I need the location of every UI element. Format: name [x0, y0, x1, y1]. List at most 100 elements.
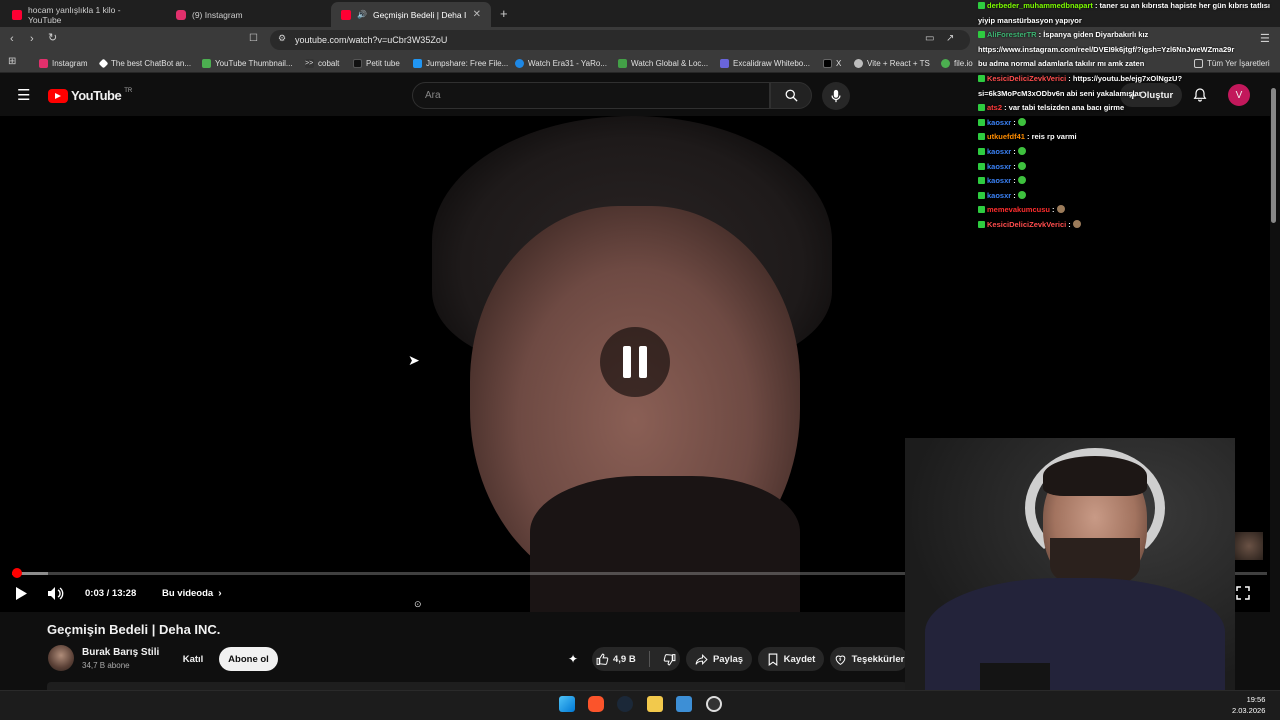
chat-username: derbeder_muhammedbnapart [987, 1, 1093, 10]
pause-indicator-icon[interactable] [600, 327, 670, 397]
apps-grid-icon[interactable]: ⊞ [8, 57, 16, 67]
youtube-favicon-icon [341, 9, 351, 20]
chapter-label: Bu videoda [162, 588, 214, 599]
browser-tab-active[interactable]: 🔊 Geçmişin Bedeli | Deha INC. - ✕ [331, 2, 491, 27]
share-button[interactable]: Paylaş [686, 647, 752, 671]
tab-label: Geçmişin Bedeli | Deha INC. - [372, 9, 467, 20]
time-display: 0:03 / 13:28 [85, 588, 137, 599]
back-icon[interactable]: ‹ [10, 34, 14, 45]
chat-username: utkuefdf41 [987, 132, 1025, 142]
chat-message: yiyip manstürbasyon yapıyor [978, 16, 1082, 25]
bookmark-instagram[interactable]: Instagram [39, 56, 88, 70]
chat-badge-icon [978, 177, 985, 185]
chat-badge-icon [978, 104, 985, 112]
site-info-icon[interactable]: ⚙ [278, 34, 286, 43]
close-tab-icon[interactable]: ✕ [473, 9, 481, 20]
thumbs-down-icon[interactable] [663, 653, 676, 666]
chat-badge-icon [978, 191, 985, 199]
bookmark-cobalt[interactable]: >> cobalt [305, 56, 339, 70]
chat-username: kaosxr [987, 176, 1012, 186]
fullscreen-icon[interactable] [1236, 586, 1250, 600]
desk-object [980, 663, 1050, 692]
steam-icon[interactable] [617, 696, 633, 712]
bookmark-jumpshare[interactable]: Jumpshare: Free File... [413, 56, 508, 70]
thumbnail-tool-icon [202, 58, 211, 68]
like-button[interactable]: 4,9 B [596, 653, 636, 666]
chat-text: https://www.instagram.com/reel/DVEI9k6jt… [978, 44, 1235, 54]
streamer-hoodie [925, 578, 1225, 692]
instagram-favicon-icon [176, 9, 186, 20]
photos-app-icon[interactable] [676, 696, 692, 712]
bookmark-watch-global[interactable]: Watch Global & Loc... [618, 56, 708, 70]
browser-tab-1[interactable]: hocam yanlışlıkla 1 kilo - YouTube [2, 2, 162, 27]
bookmark-label: file.io [954, 58, 973, 68]
reload-icon[interactable]: ↻ [48, 33, 57, 44]
bookmark-vite[interactable]: Vite + React + TS [854, 56, 930, 70]
bookmark-chatbot[interactable]: The best ChatBot an... [98, 56, 191, 70]
cast-icon[interactable]: ▭ [925, 34, 934, 44]
bookmark-petit-tube[interactable]: Petit tube [353, 56, 400, 70]
share-page-icon[interactable]: ↗ [946, 34, 954, 44]
chat-emote-icon [1017, 117, 1026, 126]
save-button[interactable]: Kaydet [758, 647, 824, 671]
chat-username: kaosxr [987, 147, 1012, 156]
chat-emote-icon [1056, 205, 1065, 214]
windows-start-icon[interactable] [559, 696, 575, 712]
chat-message: bu adma normal adamlarla takılır mı amk … [978, 59, 1144, 68]
chat-message: kaosxr : [978, 190, 1026, 200]
brave-browser-icon[interactable] [588, 696, 604, 712]
era31-icon [515, 58, 524, 68]
bookmark-label: YouTube Thumbnail... [215, 58, 293, 68]
bookmark-fileio[interactable]: file.io [941, 56, 973, 70]
petit-tube-icon [353, 58, 362, 68]
chat-username: kaosxr [987, 117, 1012, 127]
chat-message: KesiciDeliciZevkVerici : [978, 220, 1081, 229]
cobalt-icon: >> [305, 58, 314, 68]
address-bar[interactable]: ⚙ youtube.com/watch?v=uCbr3W35ZoU [270, 30, 970, 50]
channel-name[interactable]: Burak Barış Stili [82, 647, 159, 658]
system-clock: 19:56 2.03.2026 [1232, 694, 1265, 716]
hamburger-menu-icon[interactable]: ☰ [17, 88, 30, 103]
channel-avatar[interactable] [48, 645, 74, 671]
thanks-label: Teşekkürler [851, 653, 905, 665]
file-explorer-icon[interactable] [647, 696, 663, 712]
search-button[interactable] [770, 82, 812, 109]
youtube-logo[interactable]: YouTube TR [48, 88, 132, 103]
bookmark-era31[interactable]: Watch Era31 - YaRo... [515, 56, 607, 70]
bookmark-label: cobalt [318, 58, 340, 68]
chat-badge-icon [978, 148, 985, 155]
bookmark-excalidraw[interactable]: Excalidraw Whitebo... [720, 56, 810, 70]
join-button[interactable]: Katıl [172, 647, 214, 671]
bookmark-label: Watch Global & Loc... [631, 58, 709, 68]
chapter-button[interactable]: Bu videoda › [162, 588, 222, 599]
streamer-webcam [905, 438, 1235, 692]
volume-icon[interactable] [47, 586, 65, 601]
page-scrollbar[interactable] [1271, 88, 1276, 223]
chat-message: kaosxr : [978, 117, 1026, 127]
ai-sparkle-icon[interactable]: ✦ [568, 652, 578, 666]
description-box-edge [47, 682, 907, 690]
bookmark-icon[interactable]: ☐ [249, 34, 258, 44]
browser-tab-2[interactable]: (9) Instagram [166, 2, 326, 27]
bookmark-label: Petit tube [366, 58, 400, 68]
thanks-button[interactable]: $ Teşekkürler [830, 647, 908, 671]
svg-text:$: $ [839, 657, 842, 661]
speaker-icon: 🔊 [357, 10, 367, 19]
new-tab-icon[interactable]: + [500, 7, 508, 20]
voice-search-button[interactable] [822, 82, 850, 110]
obs-app-icon[interactable] [706, 696, 722, 712]
progress-scrubber[interactable] [12, 568, 23, 578]
subscribe-button[interactable]: Abone ol [219, 647, 278, 671]
bookmark-x[interactable]: X [823, 56, 841, 70]
bookmark-thumbnail[interactable]: YouTube Thumbnail... [202, 56, 293, 70]
forward-icon[interactable]: › [30, 34, 34, 45]
chat-username: KesiciDeliciZevkVerici [987, 220, 1067, 229]
chat-message: kaosxr : [978, 161, 1026, 171]
windows-taskbar [0, 690, 1280, 720]
x-logo-icon [823, 58, 832, 68]
chat-username: ats2 [987, 103, 1003, 113]
search-input[interactable]: Ara [412, 82, 770, 109]
chat-badge-icon [978, 2, 985, 9]
play-icon[interactable] [14, 586, 28, 601]
search-icon [785, 89, 798, 102]
